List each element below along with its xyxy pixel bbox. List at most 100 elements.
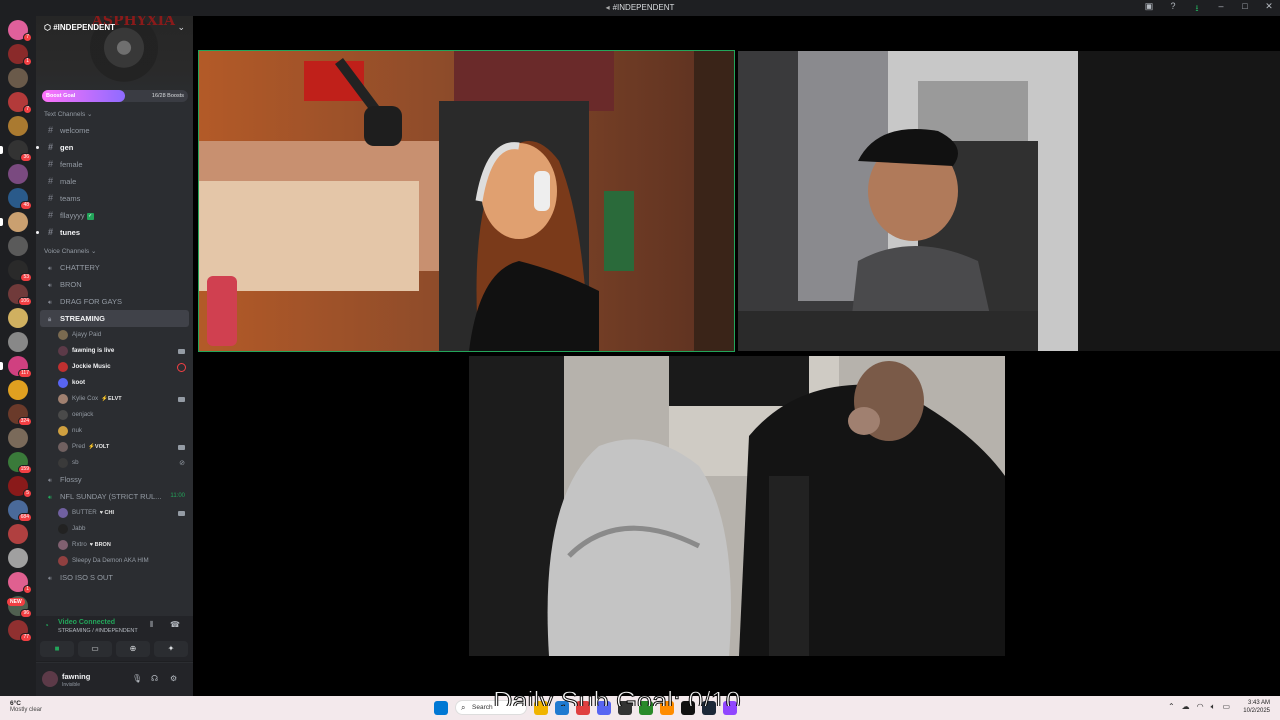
server-icon[interactable]	[8, 548, 28, 568]
voice-user-koot[interactable]: koot	[36, 375, 193, 391]
voice-channel-chattery[interactable]: 🔊︎ CHATTERY	[40, 259, 189, 276]
user-avatar[interactable]	[58, 330, 68, 340]
weather-widget[interactable]: 6°C Mostly clear	[10, 700, 42, 713]
headphones-icon[interactable]: ☊	[151, 674, 158, 683]
server-icon[interactable]	[8, 68, 28, 88]
server-banner[interactable]: ASPHYXIA ⬡ #INDEPENDENT ⌄ Boost Goal 16/…	[36, 16, 193, 104]
voice-user-sb[interactable]: sb ⊘	[36, 455, 193, 471]
server-icon[interactable]	[0, 212, 28, 232]
new-badge[interactable]: NEW	[7, 598, 25, 606]
volume-icon[interactable]: 🔈︎	[1211, 702, 1216, 712]
cloud-icon[interactable]: ☁	[1182, 702, 1190, 712]
noise-suppression-icon[interactable]: ⦀	[150, 620, 154, 630]
server-icon[interactable]: 53	[8, 260, 32, 282]
voice-user-pred[interactable]: Pred ⚡VOLT	[36, 439, 193, 455]
server-icon[interactable]: 117	[0, 356, 32, 378]
screen-share-button[interactable]: ▭	[78, 641, 112, 657]
user-avatar[interactable]	[58, 508, 68, 518]
voice-user-kylie-cox[interactable]: Kylie Cox ⚡ELVT	[36, 391, 193, 407]
server-icon[interactable]: 1	[8, 44, 32, 66]
activity-button[interactable]: ⊕	[116, 641, 150, 657]
voice-user-rxtro[interactable]: Rxtro ♥ BRON	[36, 537, 193, 553]
settings-gear-icon[interactable]: ⚙	[170, 674, 177, 683]
server-icon[interactable]: 159	[8, 452, 32, 474]
voice-status-title[interactable]: Video Connected	[58, 619, 115, 626]
user-name[interactable]: fawning	[62, 672, 90, 681]
server-icon[interactable]: 7	[8, 92, 32, 114]
server-icon[interactable]: 5	[8, 476, 32, 498]
video-tile-streamer[interactable]	[199, 51, 734, 351]
voice-user-butter[interactable]: BUTTER ♥ CHI	[36, 505, 193, 521]
minimize-icon[interactable]: –	[1214, 1, 1228, 17]
text-channel-fllayyyy[interactable]: # fllayyyy ✓	[40, 207, 189, 224]
server-icon[interactable]: 324	[8, 404, 32, 426]
disconnect-icon[interactable]: ☎	[170, 620, 180, 629]
server-icon[interactable]	[8, 164, 28, 184]
start-icon[interactable]	[434, 700, 448, 715]
text-channel-male[interactable]: # male	[40, 173, 189, 190]
server-icon[interactable]: 7	[8, 20, 32, 42]
voice-user-oenjack[interactable]: oenjack	[36, 407, 193, 423]
voice-channel-bron[interactable]: 🔊︎ BRON	[40, 276, 189, 293]
video-tile-cap[interactable]	[738, 51, 1280, 351]
voice-channel-streaming[interactable]: 🔒︎ STREAMING	[40, 310, 189, 327]
server-icon[interactable]	[8, 332, 28, 352]
voice-user-fawning-is-live[interactable]: fawning is live	[36, 343, 193, 359]
server-icon[interactable]: 36	[0, 140, 32, 162]
video-tile-room[interactable]	[469, 356, 1005, 656]
voice-user-nuk[interactable]: nuk	[36, 423, 193, 439]
server-name[interactable]: ⬡ #INDEPENDENT	[44, 23, 115, 32]
voice-channel-iso-iso-s-out[interactable]: 🔊︎ ISO ISO S OUT	[40, 569, 189, 586]
text-channel-teams[interactable]: # teams	[40, 190, 189, 207]
boost-goal-bar[interactable]: Boost Goal 16/28 Boosts	[42, 90, 188, 102]
server-icon[interactable]: 684	[8, 500, 32, 522]
text-channel-tunes[interactable]: # tunes	[36, 224, 189, 241]
battery-icon[interactable]: ▭	[1222, 702, 1230, 712]
server-icon[interactable]	[8, 308, 28, 328]
voice-user-sleepy-da-demon-aka-him[interactable]: Sleepy Da Demon AKA HIM	[36, 553, 193, 569]
download-icon[interactable]: ⭳	[1190, 1, 1204, 17]
user-avatar[interactable]	[58, 410, 68, 420]
server-icon[interactable]	[8, 428, 28, 448]
voice-channel-flossy[interactable]: 🔊︎ Flossy	[40, 471, 189, 488]
soundboard-button[interactable]: ✦	[154, 641, 188, 657]
voice-channels-category[interactable]: Voice Channels ⌄	[36, 245, 193, 259]
voice-channel-drag-for-gays[interactable]: 🔊︎ DRAG FOR GAYS	[40, 293, 189, 310]
chevron-down-icon[interactable]: ⌄	[177, 22, 185, 33]
user-avatar[interactable]	[58, 556, 68, 566]
voice-user-jockie-music[interactable]: Jockie Music	[36, 359, 193, 375]
microphone-icon[interactable]: 🎙︎	[132, 674, 142, 683]
close-icon[interactable]: ✕	[1262, 1, 1276, 17]
user-avatar[interactable]	[58, 362, 68, 372]
wifi-icon[interactable]: ◠	[1197, 702, 1204, 712]
user-avatar[interactable]	[58, 346, 68, 356]
taskbar-clock[interactable]: 3:43 AM 10/2/2025	[1243, 699, 1270, 715]
user-avatar[interactable]	[58, 540, 68, 550]
chevron-up-icon[interactable]: ⌃	[1168, 702, 1175, 712]
server-icon[interactable]: 48	[8, 188, 32, 210]
user-avatar[interactable]	[58, 426, 68, 436]
voice-status-sub[interactable]: STREAMING / #INDEPENDENT	[58, 628, 138, 634]
voice-channel-nfl-sunday-strict-rul-[interactable]: 🔊︎ NFL SUNDAY (STRICT RUL... 11:00	[40, 488, 189, 505]
server-icon[interactable]	[8, 524, 28, 544]
text-channel-gen[interactable]: # gen	[36, 139, 189, 156]
user-avatar[interactable]	[58, 524, 68, 534]
inbox-icon[interactable]: ▣	[1142, 1, 1156, 17]
camera-button[interactable]: ■	[40, 641, 74, 657]
help-icon[interactable]: ?	[1166, 1, 1180, 17]
text-channels-category[interactable]: Text Channels ⌄	[36, 108, 193, 122]
server-icon[interactable]: 77	[8, 620, 32, 642]
user-avatar[interactable]	[58, 394, 68, 404]
voice-user-ajayy-paid[interactable]: Ajayy Paid	[36, 327, 193, 343]
user-avatar[interactable]	[42, 671, 58, 687]
user-avatar[interactable]	[58, 458, 68, 468]
server-icon[interactable]	[8, 116, 28, 136]
server-icon[interactable]: 1	[8, 572, 32, 594]
text-channel-female[interactable]: # female	[40, 156, 189, 173]
server-icon[interactable]	[8, 380, 28, 400]
server-icon[interactable]: 106	[8, 284, 32, 306]
voice-user-jabb[interactable]: Jabb	[36, 521, 193, 537]
user-avatar[interactable]	[58, 378, 68, 388]
user-avatar[interactable]	[58, 442, 68, 452]
maximize-icon[interactable]: □	[1238, 1, 1252, 17]
